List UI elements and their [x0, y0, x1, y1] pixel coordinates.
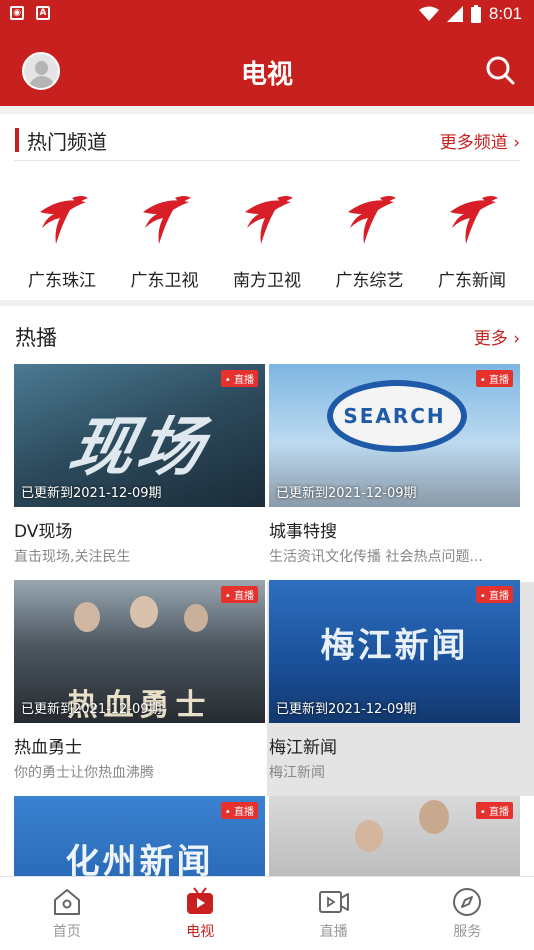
thumbnail-text: 梅江新闻: [320, 626, 469, 666]
gdtv-logo-icon: [450, 196, 498, 244]
tab-tv[interactable]: 电视: [134, 877, 268, 950]
page-title: 电视: [240, 60, 293, 90]
show-title: 梅江新闻: [269, 738, 337, 758]
show-card[interactable]: 热血勇士 • 直播 已更新到2021-12-09期 热血勇士 你的勇士让你热血沸…: [14, 580, 265, 782]
live-badge: • 直播: [475, 586, 513, 603]
update-text: 已更新到2021-12-09期: [21, 486, 162, 501]
tab-label: 首页: [52, 924, 81, 940]
hot-shows-section: 热播 更多 › 现场 • 直播 已更新到2021-12-09期 DV现场 直击现…: [0, 306, 534, 881]
tab-label: 服务: [453, 924, 482, 940]
tab-services[interactable]: 服务: [401, 877, 534, 950]
thumbnail-text: 现场: [62, 411, 215, 485]
live-video-icon: [318, 891, 349, 913]
section-title: 热门频道: [27, 130, 107, 154]
status-bar: ◉ A 8:01: [0, 0, 534, 30]
compass-icon: [453, 888, 482, 916]
update-text: 已更新到2021-12-09期: [276, 486, 417, 501]
tab-label: 直播: [319, 924, 348, 940]
show-thumbnail: 化州新闻 • 直播: [14, 796, 265, 881]
gdtv-logo-icon: [245, 196, 293, 244]
section-accent-bar: [15, 128, 19, 152]
thumbnail-text: SEARCH: [343, 404, 446, 428]
update-text: 已更新到2021-12-09期: [276, 702, 417, 717]
tab-live[interactable]: 直播: [267, 877, 401, 950]
channel-item[interactable]: 广东珠江: [12, 190, 112, 291]
app-header: 电视: [0, 30, 534, 106]
show-title: 城事特搜: [269, 522, 337, 542]
gdtv-logo-icon: [347, 196, 396, 244]
show-thumbnail: • 直播: [269, 796, 520, 881]
divider: [14, 160, 520, 161]
show-subtitle: 梅江新闻: [269, 765, 325, 781]
channel-list: 广东珠江 广东卫视 南方卫视 广东综艺 广东新闻: [12, 190, 522, 291]
show-thumbnail: 热血勇士 • 直播 已更新到2021-12-09期: [14, 580, 265, 723]
live-badge: • 直播: [220, 802, 258, 819]
more-channels-link[interactable]: 更多频道 ›: [440, 128, 520, 153]
live-badge: • 直播: [475, 802, 513, 819]
app-icon: A: [36, 6, 50, 20]
live-badge: • 直播: [475, 370, 513, 387]
wifi-icon: [418, 6, 439, 21]
bottom-tab-bar: 首页 电视 直播 服务: [0, 876, 534, 950]
show-subtitle: 生活资讯文化传播 社会热点问题...: [269, 549, 483, 565]
show-thumbnail: 现场 • 直播 已更新到2021-12-09期: [14, 364, 265, 507]
channel-name: 广东卫视: [130, 271, 199, 291]
live-badge: • 直播: [220, 586, 258, 603]
gdtv-logo-icon: [142, 196, 191, 244]
channel-name: 广东珠江: [28, 271, 96, 291]
show-card[interactable]: 梅江新闻 • 直播 已更新到2021-12-09期 梅江新闻 梅江新闻: [269, 580, 520, 782]
channel-item[interactable]: 南方卫视: [217, 190, 317, 291]
tab-label: 电视: [186, 924, 215, 940]
show-card[interactable]: SEARCH • 直播 已更新到2021-12-09期 城事特搜 生活资讯文化传…: [269, 364, 520, 566]
channel-item[interactable]: 广东新闻: [422, 190, 522, 291]
channel-name: 广东综艺: [335, 271, 404, 291]
show-card[interactable]: • 直播: [269, 796, 520, 881]
channel-item[interactable]: 广东卫视: [115, 190, 215, 291]
live-badge: • 直播: [220, 370, 258, 387]
show-thumbnail: SEARCH • 直播 已更新到2021-12-09期: [269, 364, 520, 507]
battery-icon: [470, 5, 481, 23]
channel-name: 南方卫视: [233, 271, 301, 291]
show-title: 热血勇士: [14, 738, 82, 758]
tab-home[interactable]: 首页: [0, 877, 134, 950]
status-time: 8:01: [488, 4, 522, 23]
notification-icon: ◉: [10, 6, 24, 20]
home-icon: [53, 889, 80, 915]
show-thumbnail: 梅江新闻 • 直播 已更新到2021-12-09期: [269, 580, 520, 723]
gdtv-logo-icon: [40, 196, 88, 244]
update-text: 已更新到2021-12-09期: [21, 702, 162, 717]
show-subtitle: 直击现场,关注民生: [14, 549, 131, 565]
more-shows-link[interactable]: 更多 ›: [474, 324, 520, 349]
signal-icon: [446, 6, 463, 22]
show-title: DV现场: [14, 522, 73, 542]
tv-icon: [187, 887, 214, 914]
show-subtitle: 你的勇士让你热血沸腾: [14, 765, 154, 781]
channel-name: 广东新闻: [438, 271, 506, 291]
show-card[interactable]: 化州新闻 • 直播: [14, 796, 265, 881]
hot-channels-section: 热门频道 更多频道 › 广东珠江 广东卫视 南方卫视 广东综艺 广东新闻: [0, 114, 534, 300]
show-card[interactable]: 现场 • 直播 已更新到2021-12-09期 DV现场 直击现场,关注民生: [14, 364, 265, 566]
search-icon[interactable]: [484, 54, 516, 86]
thumbnail-text: 化州新闻: [65, 842, 214, 881]
section-title: 热播: [15, 326, 57, 350]
channel-item[interactable]: 广东综艺: [320, 190, 420, 291]
